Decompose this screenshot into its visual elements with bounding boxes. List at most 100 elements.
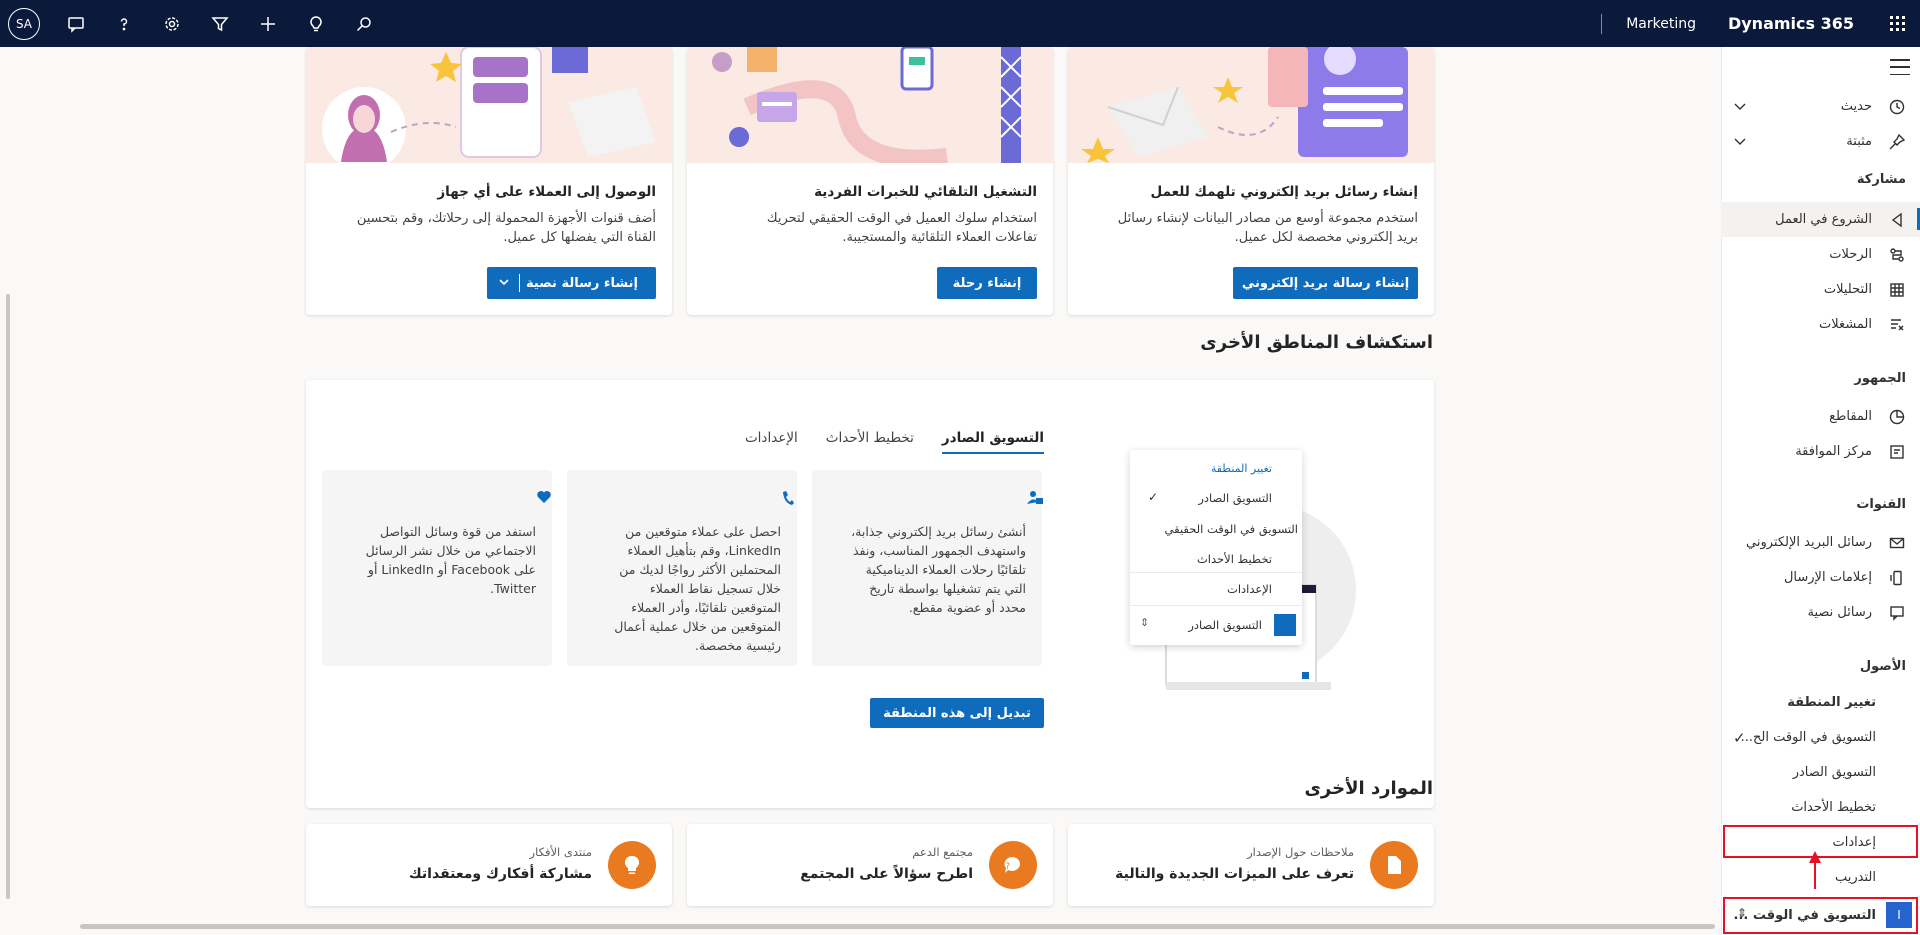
create-sms-label: إنشاء رسالة نصية [526,275,638,291]
resource-subtitle: ملاحظات حول الإصدار [1247,845,1354,859]
lightbulb-icon[interactable] [292,0,340,47]
mobile-illustration [306,47,672,163]
search-icon[interactable] [340,0,388,47]
divider [1601,13,1603,34]
mini-menu-item: الإعدادات [1227,582,1272,596]
sms-icon [1886,604,1908,622]
push-icon [1886,569,1908,587]
tile-description: استفد من قوة وسائل التواصل الاجتماعي من خ… [365,524,536,596]
area-switch-illustration: تغيير المنطقة ✓ التسويق الصادر التسويق ف… [1126,450,1366,720]
area-tabs: التسويق الصادر تخطيط الأحداث الإعدادات [745,430,1044,454]
phone-icon [781,490,795,510]
resource-title: اطرح سؤالاً على المجتمع [800,866,973,882]
sidebar-item-label: مركز الموافقة [1795,444,1872,459]
area-option-training[interactable]: التدريب [1721,860,1920,895]
product-name[interactable]: Dynamics 365 [1728,14,1854,33]
resource-card-ideas[interactable]: منتدى الأفكار مشاركة أفكارك ومعتقداتك [306,824,672,906]
mini-menu-item: التسويق في الوقت الحقيقي [1164,522,1298,536]
journey-illustration [687,47,1053,163]
mini-menu-footer: التسويق الصادر [1188,618,1262,632]
sidebar-item-label: الشروع في العمل [1775,212,1872,227]
person-mail-icon [1026,490,1044,510]
sidebar-item-consent-center[interactable]: مركز الموافقة [1721,434,1920,469]
area-option-realtime[interactable]: التسويق في الوقت الح... ✓ [1721,720,1920,755]
help-icon[interactable] [100,0,148,47]
info-tile-leads: احصل على عملاء متوقعين من LinkedIn، وقم ب… [567,470,797,666]
area-option-events[interactable]: تخطيط الأحداث [1721,790,1920,825]
popup-header: تغيير المنطقة [1787,695,1876,710]
card-title: إنشاء رسائل بريد إلكتروني تلهمك للعمل [1150,184,1418,200]
svg-text:?: ? [1005,862,1010,872]
main-content: إنشاء رسائل بريد إلكتروني تلهمك للعمل اس… [0,47,1720,935]
chevron-down-icon[interactable] [1734,99,1747,111]
sidebar-item-label: حديث [1840,99,1872,114]
resource-card-release-notes[interactable]: ملاحظات حول الإصدار تعرف على الميزات الج… [1068,824,1434,906]
journey-icon [1886,246,1908,264]
area-option-label: التسويق في الوقت الح... [1740,730,1876,745]
mini-area-menu: تغيير المنطقة ✓ التسويق الصادر التسويق ف… [1130,450,1302,645]
app-launcher-icon[interactable] [1874,0,1920,47]
area-option-outbound[interactable]: التسويق الصادر [1721,755,1920,790]
sidebar-item-journeys[interactable]: الرحلات [1721,237,1920,272]
heart-icon [536,490,552,508]
sidebar-item-recent[interactable]: حديث [1721,89,1920,124]
card-description: أضف قنوات الأجهزة المحمولة إلى رحلاتك، و… [356,211,656,226]
sidebar-item-analytics[interactable]: التحليلات [1721,272,1920,307]
updown-icon: ⇕ [1140,616,1150,629]
tab-event-planning[interactable]: تخطيط الأحداث [826,430,914,454]
tile-description: احصل على عملاء متوقعين من LinkedIn، وقم ب… [614,524,781,653]
horizontal-scrollbar[interactable] [80,924,1715,929]
sidebar-item-get-started[interactable]: الشروع في العمل [1721,202,1920,237]
sidebar-item-sms[interactable]: رسائل نصية [1721,595,1920,630]
create-sms-button[interactable]: إنشاء رسالة نصية [487,267,656,299]
document-icon [1370,841,1418,889]
area-label[interactable]: Marketing [1626,16,1696,32]
resource-card-community[interactable]: ? مجتمع الدعم اطرح سؤالاً على المجتمع [687,824,1053,906]
split-divider [519,274,520,292]
divider [1130,572,1302,573]
play-icon [1886,211,1908,229]
create-email-button[interactable]: إنشاء رسالة بريد إلكتروني [1233,267,1418,299]
card-description: بريد إلكتروني مخصصة لكل عميل. [1234,230,1418,245]
top-bar: SA Marketing Dynamics 365 [0,0,1920,47]
card-description: القناة التي يفضلها كل عميل. [503,230,656,245]
assets-header: الأصول [1859,659,1906,674]
switch-area-button[interactable]: تبديل إلى هذه المنطقة [870,698,1044,728]
card-description: استخدام سلوك العميل في الوقت الحقيقي لتح… [766,211,1037,226]
resource-title: تعرف على الميزات الجديدة والتالية [1115,866,1354,882]
clock-icon [1886,98,1908,116]
chat-icon[interactable] [52,0,100,47]
resource-subtitle: مجتمع الدعم [912,845,973,859]
resources-section-title: الموارد الأخرى [1304,778,1433,799]
explore-section-title: استكشاف المناطق الأخرى [1200,332,1433,353]
sidebar-item-pinned[interactable]: مثبتة [1721,124,1920,159]
checkmark-icon: ✓ [1148,490,1159,504]
area-switcher-highlight-box [1723,897,1918,934]
user-avatar[interactable]: SA [8,7,40,40]
hero-card-journey: التشغيل التلقائي للخبرات الفردية استخدام… [687,47,1053,315]
sidebar-item-label: مثبتة [1846,134,1872,149]
chevron-down-icon[interactable] [497,275,511,293]
sidebar-item-label: المشغلات [1819,317,1872,332]
sidebar-item-label: رسائل البريد الإلكتروني [1746,535,1872,550]
sidebar-item-triggers[interactable]: المشغلات [1721,307,1920,342]
chevron-down-icon[interactable] [1734,134,1747,146]
hamburger-menu-icon[interactable] [1890,59,1910,75]
trigger-icon [1886,316,1908,334]
sidebar-item-emails[interactable]: رسائل البريد الإلكتروني [1721,525,1920,560]
audience-header: الجمهور [1854,371,1906,386]
sidebar-item-push[interactable]: إعلامات الإرسال [1721,560,1920,595]
tile-description: أنشئ رسائل بريد إلكتروني جذابة، واستهدف ا… [851,524,1026,615]
checkmark-icon: ✓ [1733,729,1746,747]
tab-outbound-marketing[interactable]: التسويق الصادر [941,430,1044,454]
settings-icon[interactable] [148,0,196,47]
divider [1130,605,1302,606]
tab-settings[interactable]: الإعدادات [745,430,798,454]
add-icon[interactable] [244,0,292,47]
consent-icon [1886,443,1908,461]
sidebar-item-segments[interactable]: المقاطع [1721,399,1920,434]
create-journey-button[interactable]: إنشاء رحلة [937,267,1037,299]
filter-icon[interactable] [196,0,244,47]
card-description: تفاعلات العملاء التلقائية والمستجيبة. [842,230,1037,245]
mini-menu-header: تغيير المنطقة [1210,462,1272,475]
